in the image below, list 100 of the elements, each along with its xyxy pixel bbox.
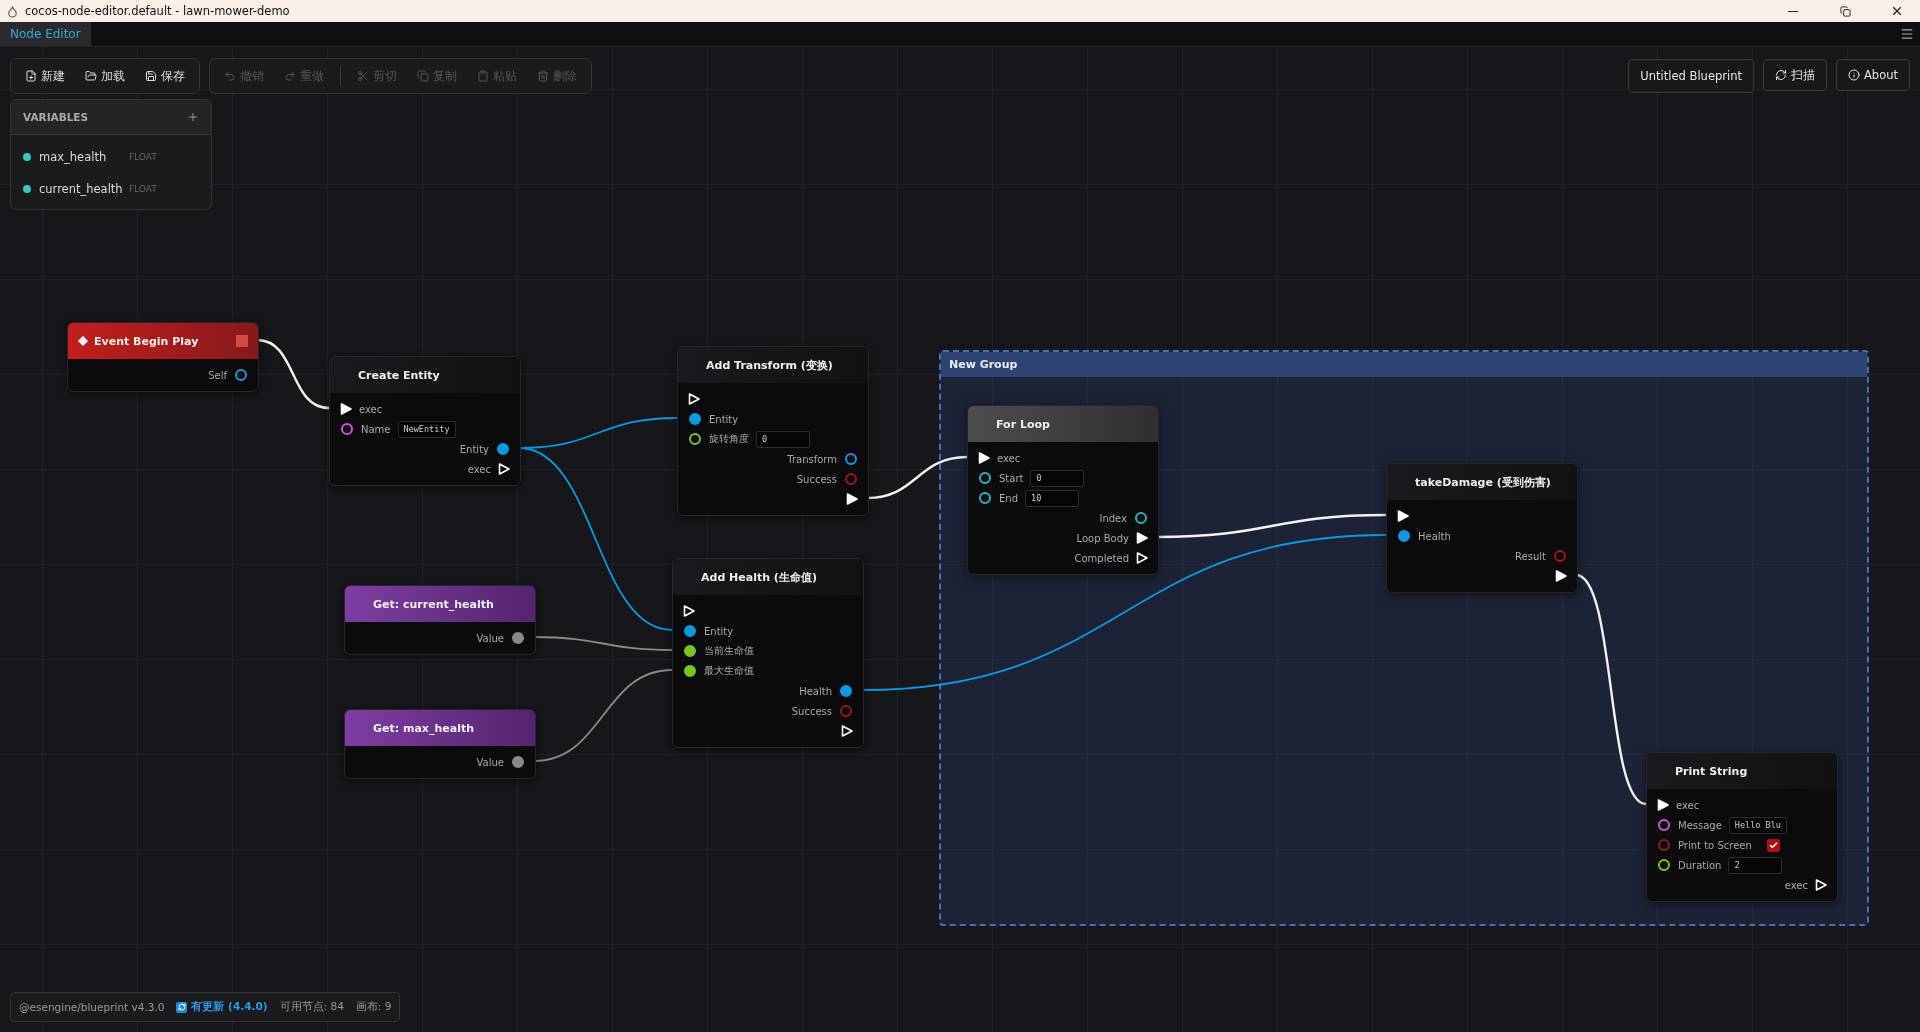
toolbar-button[interactable]: 保存 (137, 64, 193, 88)
canvas-count: 画布: 9 (355, 1000, 392, 1014)
variable-item[interactable]: max_health FLOAT (11, 141, 211, 173)
node-card[interactable]: Get: max_health Value (344, 709, 536, 779)
pin-label: Entity (459, 443, 489, 455)
diamond-icon (78, 336, 88, 346)
toolbar-button[interactable]: 新建 (17, 64, 73, 88)
copy-icon (417, 70, 429, 82)
value-field[interactable]: Hello Blu (1728, 816, 1787, 834)
node-card[interactable]: Add Health (生命值) Entity 当前生命值 最大生命值 Health Success (672, 558, 864, 748)
data-pin[interactable] (979, 472, 991, 484)
pin-label: 最大生命值 (704, 664, 754, 678)
refresh-icon (1775, 69, 1787, 81)
node-title: Add Transform (变换) (706, 357, 834, 373)
pin-label: Message (1678, 819, 1722, 831)
new-file-icon (25, 70, 37, 82)
exec-pin[interactable] (683, 605, 695, 617)
data-pin[interactable] (497, 443, 509, 455)
data-pin[interactable] (979, 492, 991, 504)
scan-button[interactable]: 扫描 (1763, 59, 1827, 91)
blueprint-name-button[interactable]: Untitled Blueprint (1628, 59, 1754, 93)
group-title: New Group (949, 358, 1018, 371)
node-card[interactable]: Create Entity exec Name NewEntity Entity exec (329, 356, 521, 486)
pin-label: Transform (787, 453, 837, 465)
checkbox[interactable] (1766, 838, 1780, 852)
node-card[interactable]: Add Transform (变换) Entity 旋转角度 0 Transform Success (677, 346, 869, 516)
update-link[interactable]: 有更新 (4.4.0) (176, 1000, 268, 1014)
value-field[interactable]: 10 (1025, 489, 1079, 507)
package-version: @esengine/blueprint v4.3.0 (19, 1001, 165, 1013)
data-pin[interactable] (1135, 512, 1147, 524)
exec-pin[interactable] (841, 725, 853, 737)
about-button[interactable]: About (1836, 59, 1910, 91)
value-field[interactable]: NewEntity (397, 420, 456, 438)
exec-pin[interactable] (846, 493, 858, 505)
data-pin[interactable] (235, 369, 247, 381)
exec-pin[interactable] (1815, 879, 1827, 891)
data-pin[interactable] (684, 625, 696, 637)
node-title: Get: max_health (373, 721, 476, 735)
data-pin[interactable] (512, 756, 524, 768)
pin-label: exec (1676, 799, 1700, 811)
toolbar-button[interactable]: 加载 (77, 64, 133, 88)
pin-label: Entity (709, 413, 739, 425)
restore-icon (1839, 5, 1851, 17)
square-icon (236, 335, 248, 347)
pin-label: Success (791, 705, 832, 717)
value-field[interactable]: 2 (1728, 856, 1783, 874)
exec-pin[interactable] (1136, 552, 1148, 564)
node-count: 可用节点: 84 (279, 1000, 344, 1014)
menu-icon (1900, 27, 1914, 41)
pin-label: Loop Body (1076, 532, 1129, 544)
data-pin[interactable] (1658, 819, 1670, 831)
data-pin[interactable] (1398, 530, 1410, 542)
variable-item[interactable]: current_health FLOAT (11, 173, 211, 205)
node-title: Event Begin Play (94, 334, 200, 348)
exec-pin[interactable] (1397, 510, 1409, 522)
pin-label: exec (359, 403, 383, 415)
node-card[interactable]: Print String exec Message Hello Blu Print to Screen Duration 2 exec (1646, 752, 1838, 902)
data-pin[interactable] (684, 665, 696, 677)
node-title: Get: current_health (373, 597, 495, 611)
node-title: Add Health (生命值) (701, 569, 818, 585)
data-pin[interactable] (341, 423, 353, 435)
exec-pin[interactable] (498, 463, 510, 475)
redo-icon (284, 70, 296, 82)
node-title: Create Entity (358, 368, 441, 382)
data-pin[interactable] (512, 632, 524, 644)
pin-label: Completed (1074, 552, 1129, 564)
exec-pin[interactable] (340, 403, 352, 415)
info-icon (1848, 69, 1860, 81)
data-pin[interactable] (845, 453, 857, 465)
exec-pin[interactable] (1657, 799, 1669, 811)
pin-label: Value (476, 756, 504, 768)
data-pin[interactable] (689, 413, 701, 425)
exec-pin[interactable] (1555, 570, 1567, 582)
pin-label: Success (796, 473, 837, 485)
pin-label: End (999, 492, 1018, 504)
editor-tab[interactable]: Node Editor (0, 22, 91, 46)
pin-label: Health (1418, 530, 1451, 542)
window-title: cocos-node-editor.default - lawn-mower-demo (25, 4, 291, 18)
pin-label: exec (1784, 879, 1808, 891)
exec-pin[interactable] (1136, 532, 1148, 544)
node-card[interactable]: For Loop exec Start 0 End 10 Index Loop Body Completed (967, 405, 1159, 575)
node-card[interactable]: takeDamage (受到伤害) Health Result (1386, 463, 1578, 593)
data-pin[interactable] (684, 645, 696, 657)
plus-icon (187, 111, 199, 123)
data-pin[interactable] (1658, 859, 1670, 871)
pin-label: Self (208, 369, 227, 381)
close-icon (1890, 4, 1904, 18)
value-field[interactable]: 0 (1030, 469, 1085, 487)
exec-pin[interactable] (978, 452, 990, 464)
minimize-icon (1788, 10, 1798, 12)
exec-pin[interactable] (688, 393, 700, 405)
update-icon (176, 1001, 188, 1013)
node-card[interactable]: Event Begin Play Self (67, 322, 259, 392)
data-pin[interactable] (840, 685, 852, 697)
trash-icon (537, 70, 549, 82)
pin-label: 当前生命值 (704, 644, 754, 658)
pin-label: Value (476, 632, 504, 644)
node-card[interactable]: Get: current_health Value (344, 585, 536, 655)
value-field[interactable]: 0 (756, 430, 810, 448)
data-pin[interactable] (689, 433, 701, 445)
